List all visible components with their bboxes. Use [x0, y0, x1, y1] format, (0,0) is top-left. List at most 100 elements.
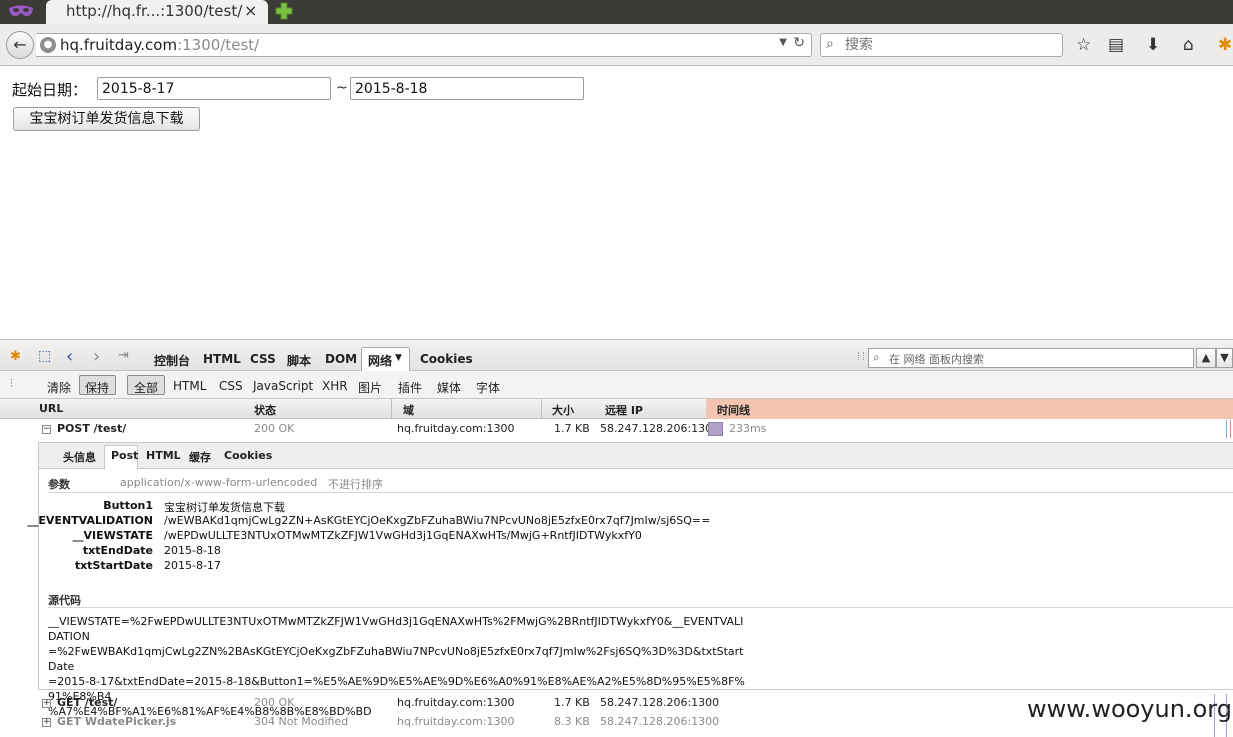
col-url[interactable]: URL	[39, 402, 63, 415]
params-heading: 参数	[48, 478, 70, 491]
range-tilde: ~	[336, 80, 348, 96]
url-bar[interactable]: ● hq.fruitday.com:1300/test/ ▼ ↻	[36, 33, 812, 57]
tab-close-icon[interactable]: ×	[244, 1, 257, 20]
request-domain: hq.fruitday.com:1300	[397, 422, 515, 435]
search-box[interactable]: ⌕	[820, 33, 1063, 57]
request-ip: 58.247.128.206:1300	[600, 696, 720, 709]
panel-search-box[interactable]: ⌕ 在 网络 面板内搜索	[868, 348, 1194, 368]
request-detail-panel: 头信息 Post HTML 缓存 Cookies 参数 application/…	[27, 442, 1233, 718]
request-size: 1.7 KB	[554, 422, 590, 435]
panel-search-placeholder: 在 网络 面板内搜索	[889, 353, 984, 366]
filter-images[interactable]: 图片	[358, 379, 382, 396]
navigation-bar: ● hq.fruitday.com:1300/test/ ▼ ↻ ← ⌕ ☆ ▤…	[0, 24, 1233, 66]
back-arrow-icon: ←	[13, 35, 27, 54]
source-line: __VIEWSTATE=%2FwEPDwULLTE3NTUxOTMwMTZkZF…	[48, 615, 744, 643]
net-dropdown-icon[interactable]: ▼	[395, 353, 402, 363]
tab-net[interactable]: 网络	[368, 352, 392, 369]
detail-tab-headers[interactable]: 头信息	[63, 449, 96, 465]
firebug-menu-icon[interactable]: ✱	[10, 349, 21, 364]
col-domain[interactable]: 域	[403, 402, 414, 418]
firebug-icon[interactable]: ✱	[1218, 35, 1232, 55]
param-key: txtStartDate	[74, 559, 153, 572]
col-size[interactable]: 大小	[552, 402, 574, 418]
url-text[interactable]: hq.fruitday.com:1300/test/	[60, 36, 259, 54]
panel-search-icon: ⌕	[873, 350, 880, 364]
clear-button[interactable]: 清除	[47, 379, 71, 396]
net-filter-bar: ⫶ 清除 保持 全部 HTML CSS JavaScript XHR 图片 插件…	[0, 371, 1233, 399]
timeline-header-bg	[706, 399, 1233, 419]
persist-button[interactable]: 保持	[85, 379, 109, 396]
detail-tab-cookies[interactable]: Cookies	[224, 449, 272, 462]
source-line: =%2FwEWBAKd1qmjCwLg2ZN%2BAsKGtEYCjOeKxgZ…	[48, 645, 744, 673]
search-up-button[interactable]: ▲	[1196, 348, 1216, 368]
grip-icon	[858, 352, 864, 360]
collapse-icon[interactable]: −	[42, 425, 51, 434]
command-line-icon[interactable]: ⇥	[118, 348, 129, 363]
col-timeline[interactable]: 时间线	[717, 402, 750, 418]
tab-bar: http://hq.fr...:1300/test/ ×	[0, 0, 1233, 24]
timeline-marker	[1230, 420, 1231, 438]
param-value: 2015-8-17	[164, 559, 221, 572]
tab-console[interactable]: 控制台	[154, 352, 190, 369]
col-remote-ip[interactable]: 远程 IP	[605, 402, 643, 418]
back-history-icon[interactable]: ‹	[66, 346, 73, 367]
end-date-input[interactable]	[350, 77, 584, 100]
home-icon[interactable]: ⌂	[1183, 35, 1194, 55]
param-value: /wEPDwULLTE3NTUxOTMwMTZkZFJW1VwGHd3j1GqE…	[164, 529, 642, 542]
filter-javascript[interactable]: JavaScript	[253, 379, 313, 393]
timeline-bar	[708, 422, 723, 436]
new-tab-icon[interactable]	[274, 1, 294, 21]
col-status[interactable]: 状态	[254, 402, 276, 418]
url-dropdown-icon[interactable]: ▼	[779, 37, 787, 48]
timeline-marker	[1226, 420, 1227, 438]
no-sort-toggle[interactable]: 不进行排序	[328, 476, 383, 492]
back-button[interactable]: ←	[6, 31, 34, 59]
bookmarks-list-icon[interactable]: ▤	[1108, 35, 1124, 55]
source-heading: 源代码	[48, 594, 81, 607]
request-ip: 58.247.128.206:1300	[600, 422, 720, 435]
filter-html[interactable]: HTML	[173, 379, 206, 393]
table-row[interactable]: − POST /test/ 200 OK hq.fruitday.com:130…	[0, 420, 1233, 438]
tab-html[interactable]: HTML	[203, 352, 241, 366]
filter-xhr[interactable]: XHR	[322, 379, 348, 393]
browser-tab[interactable]: http://hq.fr...:1300/test/ ×	[46, 0, 268, 24]
request-status: 200 OK	[254, 422, 295, 435]
tab-script[interactable]: 脚本	[287, 352, 311, 369]
search-down-button[interactable]: ▼	[1216, 348, 1233, 368]
search-input[interactable]	[845, 36, 1055, 54]
tab-title: http://hq.fr...:1300/test/	[66, 2, 243, 20]
request-ip: 58.247.128.206:1300	[600, 715, 720, 728]
page-content: 起始日期： ~ 宝宝树订单发货信息下载	[0, 67, 1233, 339]
filter-fonts[interactable]: 字体	[476, 379, 500, 396]
expand-icon[interactable]: +	[42, 718, 51, 727]
detail-tab-html[interactable]: HTML	[146, 449, 181, 462]
section-divider	[48, 492, 1233, 493]
search-icon: ⌕	[826, 36, 834, 52]
param-key: __VIEWSTATE	[72, 529, 153, 542]
filter-media[interactable]: 媒体	[437, 379, 461, 396]
section-divider	[48, 607, 1233, 608]
bookmark-star-icon[interactable]: ☆	[1076, 35, 1091, 55]
request-url: POST /test/	[57, 422, 127, 435]
inspect-icon[interactable]: ⬚	[38, 348, 51, 364]
filter-plugins[interactable]: 插件	[398, 379, 422, 396]
filter-all[interactable]: 全部	[134, 379, 158, 396]
start-date-input[interactable]	[97, 77, 331, 100]
net-options-icon[interactable]: ⫶	[10, 377, 13, 391]
param-key: __EVENTVALIDATION	[27, 514, 153, 527]
request-domain: hq.fruitday.com:1300	[397, 715, 515, 728]
request-status: 304 Not Modified	[254, 715, 349, 728]
detail-tab-cache[interactable]: 缓存	[189, 449, 211, 465]
filter-css[interactable]: CSS	[219, 379, 243, 393]
tab-cookies[interactable]: Cookies	[420, 352, 473, 366]
tab-dom[interactable]: DOM	[325, 352, 357, 366]
param-key: Button1	[103, 499, 153, 512]
download-button[interactable]: 宝宝树订单发货信息下载	[13, 107, 200, 131]
detail-tab-post[interactable]: Post	[111, 449, 138, 462]
expand-icon[interactable]: +	[42, 699, 51, 708]
forward-history-icon[interactable]: ›	[93, 346, 100, 367]
param-value: /wEWBAKd1qmjCwLg2ZN+AsKGtEYCjOeKxgZbFZuh…	[164, 514, 711, 527]
download-icon[interactable]: ⬇	[1146, 35, 1160, 55]
tab-css[interactable]: CSS	[250, 352, 276, 366]
reload-icon[interactable]: ↻	[793, 35, 805, 51]
